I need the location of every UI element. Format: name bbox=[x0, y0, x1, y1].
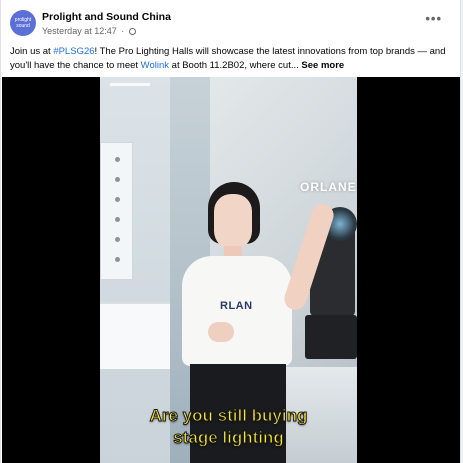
page-name-link[interactable]: Prolight and Sound China bbox=[42, 11, 171, 23]
post-timestamp[interactable]: Yesterday at 12:47 bbox=[42, 26, 117, 36]
caption-line-2: stage lighting bbox=[173, 428, 285, 448]
video-frame[interactable]: ORLANE RLAN Are you still buying stage l… bbox=[100, 77, 357, 463]
post-text-part3: at Booth 11.2B02, where cut... bbox=[169, 60, 302, 71]
meta-separator: · bbox=[121, 26, 125, 36]
video-player[interactable]: ORLANE RLAN Are you still buying stage l… bbox=[2, 77, 460, 463]
globe-icon bbox=[128, 28, 136, 35]
post-header: prolight sound Prolight and Sound China … bbox=[1, 0, 460, 44]
video-caption: Are you still buying stage lighting bbox=[100, 405, 357, 449]
post-card: prolight sound Prolight and Sound China … bbox=[0, 0, 461, 463]
mention-link[interactable]: Wolink bbox=[141, 60, 169, 71]
see-more-button[interactable]: See more bbox=[301, 60, 344, 71]
post-text-part1: Join us at bbox=[10, 46, 54, 57]
hashtag-link[interactable]: #PLSG26 bbox=[53, 46, 94, 57]
fixture-display-panel bbox=[100, 142, 133, 280]
presenter-face bbox=[214, 194, 252, 250]
post-meta: Yesterday at 12:47 · bbox=[42, 26, 136, 36]
post-text: Join us at #PLSG26! The Pro Lighting Hal… bbox=[10, 45, 450, 73]
caption-line-1: Are you still buying bbox=[149, 406, 308, 426]
ceiling-light bbox=[110, 83, 150, 86]
more-options-button[interactable]: ••• bbox=[425, 12, 442, 25]
presenter-hand bbox=[208, 322, 234, 342]
page-avatar[interactable]: prolight sound bbox=[10, 10, 36, 36]
presenter-shirt: RLAN bbox=[182, 256, 292, 366]
display-counter bbox=[100, 302, 170, 369]
shirt-print: RLAN bbox=[220, 300, 253, 312]
avatar-logo-text: prolight sound bbox=[14, 17, 32, 29]
